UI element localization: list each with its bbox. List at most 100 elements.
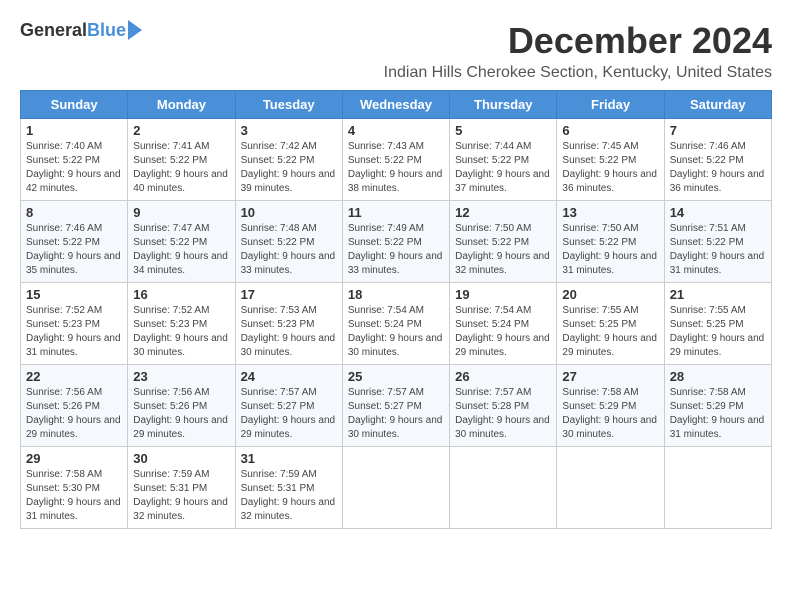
day-info: Sunrise: 7:59 AM Sunset: 5:31 PM Dayligh… xyxy=(241,468,337,524)
day-number: 30 xyxy=(133,451,229,466)
sunrise-label: Sunrise: 7:55 AM xyxy=(670,305,746,316)
calendar-day-cell: 28 Sunrise: 7:58 AM Sunset: 5:29 PM Dayl… xyxy=(664,365,771,447)
day-number: 4 xyxy=(348,123,444,138)
day-info: Sunrise: 7:46 AM Sunset: 5:22 PM Dayligh… xyxy=(670,140,766,196)
day-info: Sunrise: 7:48 AM Sunset: 5:22 PM Dayligh… xyxy=(241,222,337,278)
calendar-day-cell xyxy=(557,447,664,529)
calendar-day-cell: 20 Sunrise: 7:55 AM Sunset: 5:25 PM Dayl… xyxy=(557,283,664,365)
calendar-day-cell: 22 Sunrise: 7:56 AM Sunset: 5:26 PM Dayl… xyxy=(21,365,128,447)
logo-blue-text: Blue xyxy=(87,20,126,41)
sunset-label: Sunset: 5:31 PM xyxy=(241,483,315,494)
sunset-label: Sunset: 5:23 PM xyxy=(133,319,207,330)
sunrise-label: Sunrise: 7:50 AM xyxy=(562,223,638,234)
day-number: 19 xyxy=(455,287,551,302)
calendar-day-cell: 26 Sunrise: 7:57 AM Sunset: 5:28 PM Dayl… xyxy=(450,365,557,447)
calendar-day-cell: 17 Sunrise: 7:53 AM Sunset: 5:23 PM Dayl… xyxy=(235,283,342,365)
daylight-label: Daylight: 9 hours and 38 minutes. xyxy=(348,169,443,194)
daylight-label: Daylight: 9 hours and 29 minutes. xyxy=(455,333,550,358)
sunrise-label: Sunrise: 7:54 AM xyxy=(455,305,531,316)
day-info: Sunrise: 7:46 AM Sunset: 5:22 PM Dayligh… xyxy=(26,222,122,278)
sunset-label: Sunset: 5:22 PM xyxy=(455,237,529,248)
day-info: Sunrise: 7:50 AM Sunset: 5:22 PM Dayligh… xyxy=(455,222,551,278)
sunset-label: Sunset: 5:22 PM xyxy=(348,237,422,248)
day-info: Sunrise: 7:44 AM Sunset: 5:22 PM Dayligh… xyxy=(455,140,551,196)
sunset-label: Sunset: 5:28 PM xyxy=(455,401,529,412)
calendar-day-cell: 11 Sunrise: 7:49 AM Sunset: 5:22 PM Dayl… xyxy=(342,201,449,283)
page-header: General Blue December 2024 Indian Hills … xyxy=(20,20,772,82)
sunrise-label: Sunrise: 7:52 AM xyxy=(133,305,209,316)
sunrise-label: Sunrise: 7:55 AM xyxy=(562,305,638,316)
calendar-header-cell: Sunday xyxy=(21,91,128,119)
logo-general-text: General xyxy=(20,20,87,41)
calendar-week-row: 1 Sunrise: 7:40 AM Sunset: 5:22 PM Dayli… xyxy=(21,119,772,201)
day-number: 22 xyxy=(26,369,122,384)
sunrise-label: Sunrise: 7:45 AM xyxy=(562,141,638,152)
daylight-label: Daylight: 9 hours and 30 minutes. xyxy=(133,333,228,358)
day-info: Sunrise: 7:55 AM Sunset: 5:25 PM Dayligh… xyxy=(670,304,766,360)
calendar-week-row: 22 Sunrise: 7:56 AM Sunset: 5:26 PM Dayl… xyxy=(21,365,772,447)
sunrise-label: Sunrise: 7:59 AM xyxy=(241,469,317,480)
daylight-label: Daylight: 9 hours and 31 minutes. xyxy=(26,497,121,522)
day-number: 6 xyxy=(562,123,658,138)
calendar-header-cell: Monday xyxy=(128,91,235,119)
sunrise-label: Sunrise: 7:48 AM xyxy=(241,223,317,234)
calendar-day-cell: 1 Sunrise: 7:40 AM Sunset: 5:22 PM Dayli… xyxy=(21,119,128,201)
daylight-label: Daylight: 9 hours and 30 minutes. xyxy=(348,415,443,440)
sunset-label: Sunset: 5:24 PM xyxy=(455,319,529,330)
sunrise-label: Sunrise: 7:40 AM xyxy=(26,141,102,152)
sunrise-label: Sunrise: 7:46 AM xyxy=(26,223,102,234)
calendar-day-cell: 19 Sunrise: 7:54 AM Sunset: 5:24 PM Dayl… xyxy=(450,283,557,365)
day-info: Sunrise: 7:49 AM Sunset: 5:22 PM Dayligh… xyxy=(348,222,444,278)
sunset-label: Sunset: 5:31 PM xyxy=(133,483,207,494)
calendar-day-cell: 2 Sunrise: 7:41 AM Sunset: 5:22 PM Dayli… xyxy=(128,119,235,201)
daylight-label: Daylight: 9 hours and 29 minutes. xyxy=(562,333,657,358)
daylight-label: Daylight: 9 hours and 31 minutes. xyxy=(670,251,765,276)
daylight-label: Daylight: 9 hours and 29 minutes. xyxy=(133,415,228,440)
daylight-label: Daylight: 9 hours and 29 minutes. xyxy=(241,415,336,440)
daylight-label: Daylight: 9 hours and 29 minutes. xyxy=(26,415,121,440)
sunrise-label: Sunrise: 7:56 AM xyxy=(26,387,102,398)
calendar-day-cell: 10 Sunrise: 7:48 AM Sunset: 5:22 PM Dayl… xyxy=(235,201,342,283)
day-number: 7 xyxy=(670,123,766,138)
calendar-day-cell: 4 Sunrise: 7:43 AM Sunset: 5:22 PM Dayli… xyxy=(342,119,449,201)
calendar-header-cell: Friday xyxy=(557,91,664,119)
calendar-day-cell xyxy=(450,447,557,529)
sunset-label: Sunset: 5:22 PM xyxy=(562,237,636,248)
daylight-label: Daylight: 9 hours and 33 minutes. xyxy=(241,251,336,276)
daylight-label: Daylight: 9 hours and 36 minutes. xyxy=(670,169,765,194)
calendar-week-row: 15 Sunrise: 7:52 AM Sunset: 5:23 PM Dayl… xyxy=(21,283,772,365)
daylight-label: Daylight: 9 hours and 32 minutes. xyxy=(241,497,336,522)
sunrise-label: Sunrise: 7:49 AM xyxy=(348,223,424,234)
day-number: 11 xyxy=(348,205,444,220)
sunset-label: Sunset: 5:23 PM xyxy=(241,319,315,330)
sunrise-label: Sunrise: 7:57 AM xyxy=(455,387,531,398)
sunset-label: Sunset: 5:23 PM xyxy=(26,319,100,330)
day-number: 2 xyxy=(133,123,229,138)
day-info: Sunrise: 7:52 AM Sunset: 5:23 PM Dayligh… xyxy=(133,304,229,360)
day-info: Sunrise: 7:55 AM Sunset: 5:25 PM Dayligh… xyxy=(562,304,658,360)
day-info: Sunrise: 7:43 AM Sunset: 5:22 PM Dayligh… xyxy=(348,140,444,196)
calendar-header-row: SundayMondayTuesdayWednesdayThursdayFrid… xyxy=(21,91,772,119)
calendar-day-cell: 27 Sunrise: 7:58 AM Sunset: 5:29 PM Dayl… xyxy=(557,365,664,447)
calendar-table: SundayMondayTuesdayWednesdayThursdayFrid… xyxy=(20,90,772,529)
day-info: Sunrise: 7:51 AM Sunset: 5:22 PM Dayligh… xyxy=(670,222,766,278)
calendar-day-cell: 18 Sunrise: 7:54 AM Sunset: 5:24 PM Dayl… xyxy=(342,283,449,365)
sunrise-label: Sunrise: 7:54 AM xyxy=(348,305,424,316)
daylight-label: Daylight: 9 hours and 31 minutes. xyxy=(26,333,121,358)
calendar-day-cell xyxy=(342,447,449,529)
calendar-day-cell: 6 Sunrise: 7:45 AM Sunset: 5:22 PM Dayli… xyxy=(557,119,664,201)
sunset-label: Sunset: 5:29 PM xyxy=(562,401,636,412)
calendar-day-cell xyxy=(664,447,771,529)
sunrise-label: Sunrise: 7:59 AM xyxy=(133,469,209,480)
daylight-label: Daylight: 9 hours and 35 minutes. xyxy=(26,251,121,276)
day-info: Sunrise: 7:41 AM Sunset: 5:22 PM Dayligh… xyxy=(133,140,229,196)
calendar-day-cell: 15 Sunrise: 7:52 AM Sunset: 5:23 PM Dayl… xyxy=(21,283,128,365)
sunrise-label: Sunrise: 7:58 AM xyxy=(562,387,638,398)
daylight-label: Daylight: 9 hours and 30 minutes. xyxy=(348,333,443,358)
calendar-header-cell: Wednesday xyxy=(342,91,449,119)
calendar-day-cell: 24 Sunrise: 7:57 AM Sunset: 5:27 PM Dayl… xyxy=(235,365,342,447)
daylight-label: Daylight: 9 hours and 30 minutes. xyxy=(562,415,657,440)
sunrise-label: Sunrise: 7:47 AM xyxy=(133,223,209,234)
day-info: Sunrise: 7:52 AM Sunset: 5:23 PM Dayligh… xyxy=(26,304,122,360)
daylight-label: Daylight: 9 hours and 31 minutes. xyxy=(562,251,657,276)
